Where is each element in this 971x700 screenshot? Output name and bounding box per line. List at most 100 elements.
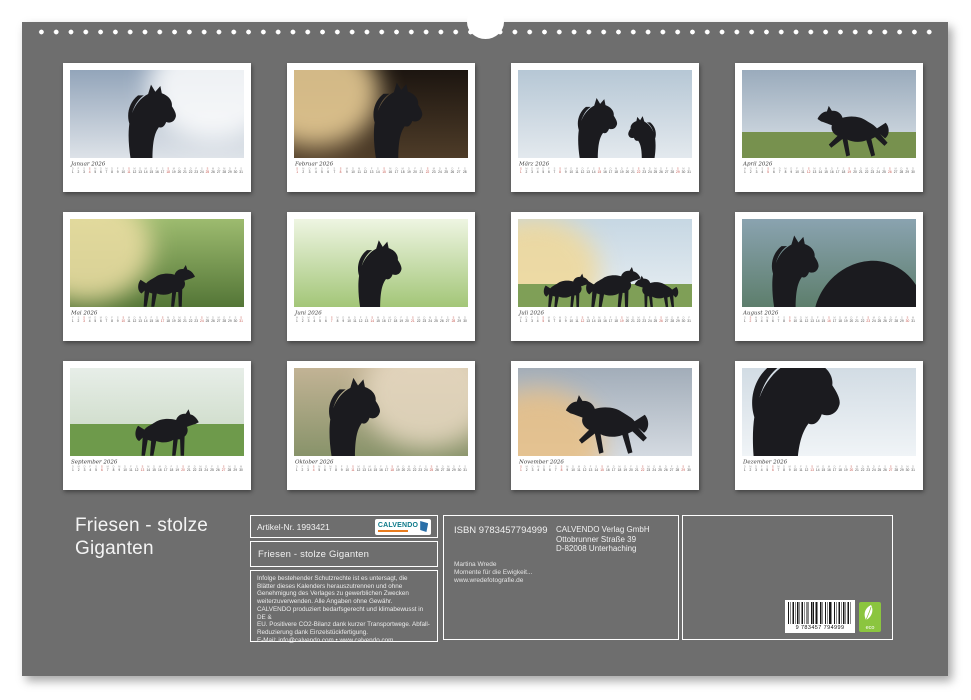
calendar-month-card: August 2026 S1S2M3D4M5D6F7S8S9M10D11M12D…: [735, 212, 923, 341]
calendar-strip-inner: Februar 2026 S1M2D3M4D5F6S7S8M9D10M11D12…: [294, 161, 468, 174]
calendar-strip-inner: Juni 2026 M1D2M3D4F5S6S7M8D9M10D11F12S13…: [294, 310, 468, 323]
calendar-strip: Februar 2026 S1M2D3M4D5F6S7S8M9D10M11D12…: [294, 161, 468, 189]
day-row: D1F2S3S4M5D6M7D8F9S10S11M12D13M14D15F16S…: [70, 168, 244, 174]
ean-barcode: 9 783457 794999: [785, 600, 855, 633]
month-label: Februar 2026: [295, 161, 468, 167]
horse-silhouette: [133, 407, 201, 456]
calvendo-logo-accent: [378, 530, 408, 532]
author-credit: Martina WredeMomente für die Ewigkeit...…: [454, 561, 532, 584]
calendar-strip-inner: November 2026 S1M2D3M4D5F6S7S8M9D10M11D1…: [518, 459, 692, 472]
calendar-strip: Dezember 2026 D1M2D3F4S5S6M7D8M9D10F11S1…: [742, 459, 916, 487]
leaf-icon: [862, 604, 878, 624]
day-row: D1M2D3F4S5S6M7D8M9D10F11S12S13M14D15M16D…: [70, 466, 244, 472]
day-row: S1S2M3D4M5D6F7S8S9M10D11M12D13F14S15S16M…: [742, 317, 916, 323]
day-row: M1D2F3S4S5M6D7M8D9F10S11S12M13D14M15D16F…: [518, 317, 692, 323]
article-number: Artikel-Nr. 1993421: [257, 522, 330, 532]
calendar-strip-inner: Oktober 2026 D1F2S3S4M5D6M7D8F9S10S11M12…: [294, 459, 468, 472]
calendar-month-card: Februar 2026 S1M2D3M4D5F6S7S8M9D10M11D12…: [287, 63, 475, 192]
calendar-strip-inner: März 2026 S1M2D3M4D5F6S7S8M9D10M11D12F13…: [518, 161, 692, 174]
day-cell: M31: [910, 317, 916, 323]
calendar-strip: Januar 2026 D1F2S3S4M5D6M7D8F9S10S11M12D…: [70, 161, 244, 189]
month-label: August 2026: [743, 310, 916, 316]
day-row: S1M2D3M4D5F6S7S8M9D10M11D12F13S14S15M16D…: [294, 168, 468, 174]
calendar-strip-inner: Mai 2026 F1S2S3M4D5M6D7F8S9S10M11D12M13D…: [70, 310, 244, 323]
day-row: D1F2S3S4M5D6M7D8F9S10S11M12D13M14D15F16S…: [294, 466, 468, 472]
month-label: Juli 2026: [519, 310, 692, 316]
month-label: April 2026: [743, 161, 916, 167]
horse-silhouette: [567, 95, 620, 158]
calendar-month-card: Mai 2026 F1S2S3M4D5M6D7F8S9S10M11D12M13D…: [63, 212, 251, 341]
month-label: Januar 2026: [71, 161, 244, 167]
calendar-month-card: Dezember 2026 D1M2D3F4S5S6M7D8M9D10F11S1…: [735, 361, 923, 490]
month-photo: [70, 368, 244, 456]
day-row: M1D2M3D4F5S6S7M8D9M10D11F12S13S14M15D16M…: [294, 317, 468, 323]
calendar-strip: März 2026 S1M2D3M4D5F6S7S8M9D10M11D12F13…: [518, 161, 692, 189]
month-label: September 2026: [71, 459, 244, 465]
calendar-month-card: April 2026 M1D2F3S4S5M6D7M8D9F10S11S12M1…: [735, 63, 923, 192]
calendar-strip: Juni 2026 M1D2M3D4F5S6S7M8D9M10D11F12S13…: [294, 310, 468, 338]
barcode-number: 9 783457 794999: [785, 624, 855, 632]
eco-label: eco: [859, 625, 881, 631]
calvendo-logo-text: CALVENDO: [378, 522, 418, 529]
calendar-strip-inner: Januar 2026 D1F2S3S4M5D6M7D8F9S10S11M12D…: [70, 161, 244, 174]
day-row: M1D2F3S4S5M6D7M8D9F10S11S12M13D14M15D16F…: [742, 168, 916, 174]
month-label: März 2026: [519, 161, 692, 167]
month-photo: [294, 219, 468, 307]
calendar-strip-inner: September 2026 D1M2D3F4S5S6M7D8M9D10F11S…: [70, 459, 244, 472]
eco-logo: eco: [859, 602, 881, 632]
horse-silhouette: [136, 263, 197, 307]
calvendo-logo-text-group: CALVENDO: [378, 522, 418, 532]
month-photo: [518, 368, 692, 456]
horse-silhouette: [626, 114, 663, 158]
legal-text-box: Infolge bestehender Schutzrechte ist es …: [250, 570, 438, 642]
page-title: Friesen - stolzeGiganten: [75, 514, 255, 560]
calendar-month-card: Januar 2026 D1F2S3S4M5D6M7D8F9S10S11M12D…: [63, 63, 251, 192]
day-cell: D31: [910, 466, 916, 472]
calendar-grid: Januar 2026 D1F2S3S4M5D6M7D8F9S10S11M12D…: [63, 63, 923, 490]
calendar-month-card: November 2026 S1M2D3M4D5F6S7S8M9D10M11D1…: [511, 361, 699, 490]
calendar-strip: August 2026 S1S2M3D4M5D6F7S8S9M10D11M12D…: [742, 310, 916, 338]
calendar-strip: April 2026 M1D2F3S4S5M6D7M8D9F10S11S12M1…: [742, 161, 916, 189]
calendar-month-card: September 2026 D1M2D3F4S5S6M7D8M9D10F11S…: [63, 361, 251, 490]
calendar-strip: Juli 2026 M1D2F3S4S5M6D7M8D9F10S11S12M13…: [518, 310, 692, 338]
day-row: S1M2D3M4D5F6S7S8M9D10M11D12F13S14S15M16D…: [518, 168, 692, 174]
info-column-publisher: ISBN 9783457794999 CALVENDO Verlag GmbHO…: [443, 515, 679, 640]
month-photo: [70, 219, 244, 307]
calendar-back-page: { "page": { "title_lines": ["Friesen - s…: [0, 0, 971, 700]
month-photo: [742, 368, 916, 456]
calendar-back-panel: Januar 2026 D1F2S3S4M5D6M7D8F9S10S11M12D…: [22, 22, 948, 676]
calendar-strip: November 2026 S1M2D3M4D5F6S7S8M9D10M11D1…: [518, 459, 692, 487]
calendar-strip-inner: August 2026 S1S2M3D4M5D6F7S8S9M10D11M12D…: [742, 310, 916, 323]
month-label: Mai 2026: [71, 310, 244, 316]
horse-silhouette: [360, 79, 426, 158]
month-photo: [70, 70, 244, 158]
month-photo: [518, 70, 692, 158]
horse-silhouette: [815, 254, 916, 307]
horse-silhouette: [563, 393, 650, 456]
isbn-text: ISBN 9783457794999: [454, 525, 548, 536]
horse-silhouette: [742, 368, 847, 456]
month-label: Dezember 2026: [743, 459, 916, 465]
calendar-month-card: Oktober 2026 D1F2S3S4M5D6M7D8F9S10S11M12…: [287, 361, 475, 490]
day-cell: M30: [238, 466, 244, 472]
legal-text: Infolge bestehender Schutzrechte ist es …: [257, 575, 431, 644]
horse-silhouette: [315, 374, 384, 456]
month-photo: [294, 70, 468, 158]
day-cell: S31: [462, 466, 468, 472]
barcode-bars: [788, 602, 852, 624]
barcode-box: 9 783457 794999 eco: [682, 515, 893, 640]
calendar-month-card: Juli 2026 M1D2F3S4S5M6D7M8D9F10S11S12M13…: [511, 212, 699, 341]
day-cell: F31: [686, 317, 692, 323]
calendar-title: Friesen - stolze Giganten: [258, 549, 369, 560]
day-cell: M30: [686, 466, 692, 472]
month-photo: [294, 368, 468, 456]
month-label: Oktober 2026: [295, 459, 468, 465]
calendar-strip: September 2026 D1M2D3F4S5S6M7D8M9D10F11S…: [70, 459, 244, 487]
horse-silhouette: [633, 274, 680, 307]
month-photo: [742, 219, 916, 307]
day-cell: D31: [686, 168, 692, 174]
publisher-address: CALVENDO Verlag GmbHOttobrunner Straße 3…: [556, 525, 650, 554]
day-cell: D30: [462, 317, 468, 323]
calendar-title-box: Friesen - stolze Giganten: [250, 541, 438, 567]
horse-silhouette: [815, 104, 890, 158]
